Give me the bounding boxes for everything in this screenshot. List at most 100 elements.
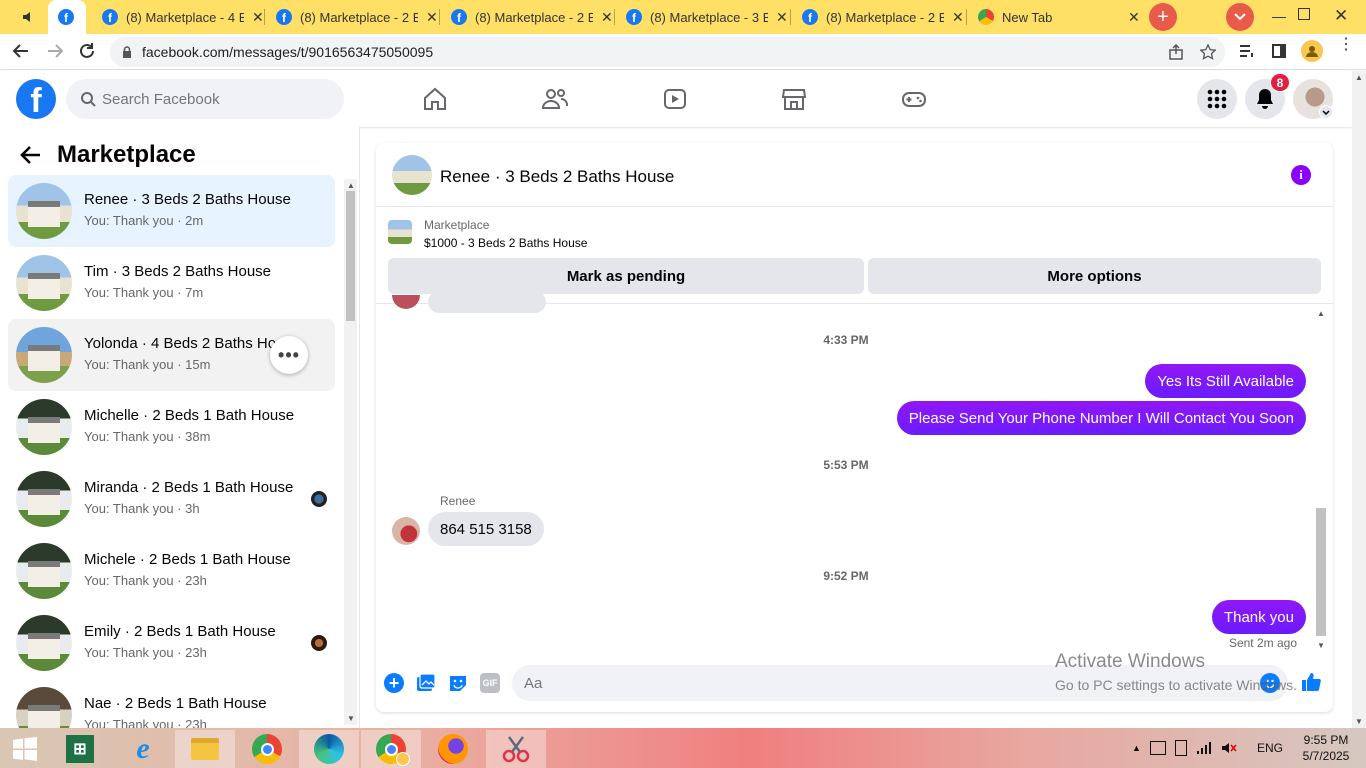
restore-button[interactable] <box>1298 8 1310 20</box>
start-button[interactable] <box>0 730 50 768</box>
back-arrow-icon[interactable] <box>20 145 42 170</box>
marketplace-nav-button[interactable] <box>780 85 808 113</box>
listing-thumbnail <box>16 543 72 599</box>
conversation-item[interactable]: Miranda · 2 Beds 1 Bath House You: Thank… <box>8 463 335 535</box>
new-tab-button[interactable]: + <box>1149 3 1177 31</box>
browser-tab[interactable]: f (8) Marketplace - 4 B ✕ <box>92 0 264 34</box>
scroll-up-icon[interactable]: ▲ <box>347 181 355 190</box>
profile-avatar[interactable] <box>1301 40 1323 62</box>
volume-muted-icon[interactable] <box>1221 741 1237 755</box>
thumbs-up-icon[interactable] <box>1300 671 1322 698</box>
audio-icon[interactable] <box>18 9 38 25</box>
notification-badge: 8 <box>1270 73 1290 92</box>
plus-icon[interactable]: + <box>384 673 404 693</box>
network-icon[interactable] <box>1196 741 1212 755</box>
close-window-button[interactable]: ✕ <box>1334 6 1348 26</box>
close-icon[interactable]: ✕ <box>601 9 613 26</box>
outgoing-message[interactable]: Yes Its Still Available <box>1145 364 1306 398</box>
conversation-item[interactable]: Michelle · 2 Beds 1 Bath House You: Than… <box>8 391 335 463</box>
facebook-tab-icon: f <box>802 9 818 25</box>
device-icon[interactable] <box>1174 740 1187 756</box>
facebook-logo[interactable]: f <box>16 79 56 119</box>
listing-banner: Marketplace $1000 - 3 Beds 2 Baths House… <box>376 208 1333 304</box>
minimize-button[interactable]: — <box>1272 8 1286 24</box>
tab-search-button[interactable] <box>1226 3 1254 31</box>
scroll-down-icon[interactable]: ▼ <box>1317 641 1325 650</box>
taskbar-edge[interactable] <box>299 730 359 768</box>
browser-tab[interactable]: New Tab ✕ <box>968 0 1140 34</box>
outgoing-message[interactable]: Thank you <box>1211 600 1306 634</box>
listing-thumbnail[interactable] <box>388 220 412 244</box>
taskbar-firefox[interactable] <box>423 730 483 768</box>
scroll-thumb[interactable] <box>346 191 355 321</box>
taskbar-snipping-tool[interactable] <box>486 730 546 768</box>
conversation-item[interactable]: Emily · 2 Beds 1 Bath House You: Thank y… <box>8 607 335 679</box>
scroll-down-icon[interactable]: ▼ <box>1355 717 1363 726</box>
listing-price-title[interactable]: $1000 - 3 Beds 2 Baths House <box>424 236 587 250</box>
flag-icon[interactable] <box>1149 741 1166 755</box>
reading-list-icon[interactable] <box>1239 44 1255 63</box>
scroll-thumb[interactable] <box>1316 508 1326 636</box>
reload-button[interactable] <box>78 42 96 65</box>
taskbar-chrome[interactable] <box>237 730 297 768</box>
address-bar[interactable]: facebook.com/messages/t/9016563475050095 <box>110 37 1225 67</box>
gaming-nav-button[interactable] <box>900 85 928 113</box>
gif-icon[interactable]: GIF <box>480 673 500 693</box>
kebab-menu-icon[interactable]: ⋮ <box>1338 37 1354 53</box>
menu-button[interactable] <box>1197 79 1237 119</box>
taskbar-file-explorer[interactable] <box>175 730 235 768</box>
friends-nav-button[interactable] <box>541 85 569 113</box>
outgoing-message[interactable]: Please Send Your Phone Number I Will Con… <box>896 401 1306 435</box>
taskbar-internet-explorer[interactable]: e <box>113 730 173 768</box>
browser-tab[interactable]: f (8) Marketplace - 3 B ✕ <box>616 0 788 34</box>
back-button[interactable] <box>12 42 30 65</box>
conversation-item[interactable]: Nae · 2 Beds 1 Bath House You: Thank you… <box>8 679 335 728</box>
tab-active[interactable]: f <box>48 0 86 34</box>
share-icon[interactable] <box>1168 44 1184 60</box>
tab-title: (8) Marketplace - 2 B <box>300 9 418 25</box>
home-nav-button[interactable] <box>421 85 449 113</box>
sidebar-scrollbar[interactable]: ▲ ▼ <box>344 179 357 725</box>
close-icon[interactable]: ✕ <box>426 9 438 26</box>
info-icon[interactable]: i <box>1291 165 1311 185</box>
more-options-icon[interactable]: ••• <box>270 336 308 374</box>
chat-avatar[interactable] <box>392 155 432 195</box>
close-icon[interactable]: ✕ <box>952 9 964 26</box>
forward-button[interactable] <box>46 42 64 65</box>
conversation-item[interactable]: Tim · 3 Beds 2 Baths House You: Thank yo… <box>8 247 335 319</box>
taskbar-chrome-profile[interactable] <box>361 730 421 768</box>
chevron-down-icon <box>1234 13 1246 21</box>
photo-icon[interactable] <box>416 673 436 693</box>
incoming-message[interactable]: 864 515 3158 <box>428 512 544 546</box>
close-icon[interactable]: ✕ <box>1128 9 1140 26</box>
mark-as-pending-button[interactable]: Mark as pending <box>388 258 864 294</box>
account-chevron-icon[interactable] <box>1319 105 1333 119</box>
star-icon[interactable] <box>1200 44 1216 60</box>
conversation-name: Renee · 3 Beds 2 Baths House <box>84 191 291 208</box>
conversation-item[interactable]: Michele · 2 Beds 1 Bath House You: Thank… <box>8 535 335 607</box>
sticker-icon[interactable] <box>448 673 468 693</box>
search-input[interactable] <box>102 90 322 108</box>
messages-scrollbar[interactable]: ▲ ▼ <box>1313 305 1329 655</box>
more-options-button[interactable]: More options <box>868 258 1321 294</box>
search-box[interactable] <box>66 79 344 119</box>
scroll-up-icon[interactable]: ▲ <box>1317 309 1325 318</box>
conversation-preview: You: Thank you · 7m <box>84 285 204 300</box>
close-icon[interactable]: ✕ <box>776 9 788 26</box>
conversation-item[interactable]: Renee · 3 Beds 2 Baths House You: Thank … <box>8 175 335 247</box>
taskbar-excel[interactable]: ⊞ <box>50 730 110 768</box>
page-scrollbar[interactable]: ▲ ▼ <box>1352 71 1366 728</box>
scroll-up-icon[interactable]: ▲ <box>1355 73 1363 82</box>
browser-tab[interactable]: f (8) Marketplace - 2 B ✕ <box>441 0 613 34</box>
close-icon[interactable]: ✕ <box>252 9 264 26</box>
browser-tab[interactable]: f (8) Marketplace - 2 B ✕ <box>792 0 964 34</box>
sender-avatar[interactable] <box>392 517 420 545</box>
chevron-up-icon[interactable]: ▲ <box>1132 743 1141 753</box>
watch-nav-button[interactable] <box>661 85 689 113</box>
scroll-down-icon[interactable]: ▼ <box>347 714 355 723</box>
side-panel-icon[interactable] <box>1272 44 1286 58</box>
language-indicator[interactable]: ENG <box>1257 741 1283 755</box>
chat-title[interactable]: Renee · 3 Beds 2 Baths House <box>440 167 674 187</box>
taskbar-clock[interactable]: 9:55 PM 5/7/2025 <box>1296 732 1356 764</box>
browser-tab[interactable]: f (8) Marketplace - 2 B ✕ <box>266 0 438 34</box>
